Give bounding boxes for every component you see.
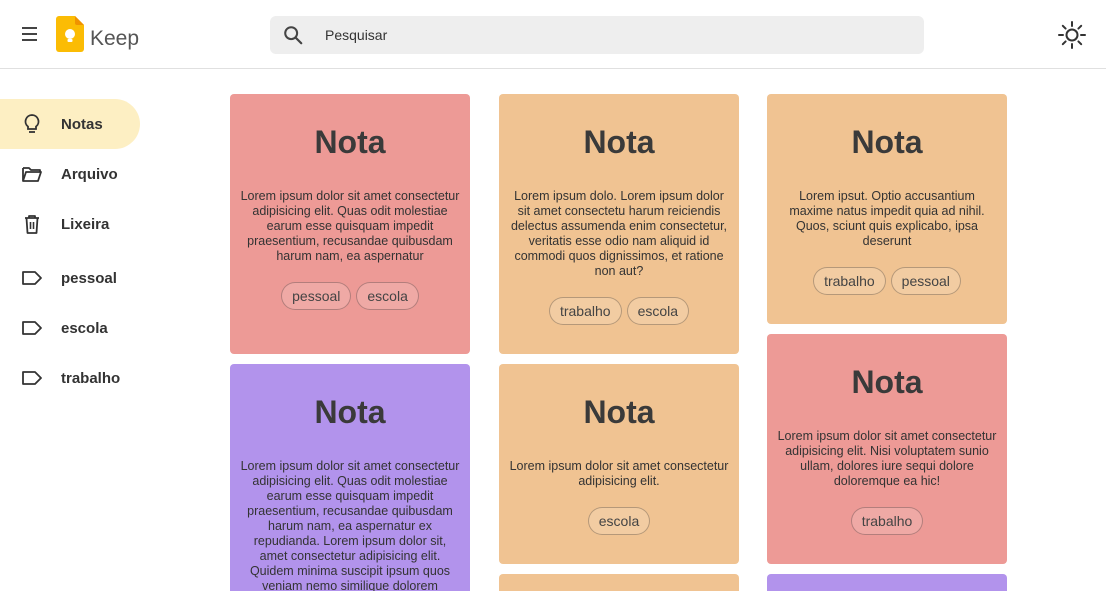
note-card[interactable]: Nota Lorem ipsum dolor sit amet consecte… bbox=[230, 364, 470, 591]
search-icon[interactable] bbox=[282, 24, 304, 46]
label-icon bbox=[22, 371, 42, 385]
note-tags: escola bbox=[509, 507, 729, 535]
note-body: Lorem ipsum dolor sit amet consectetur a… bbox=[240, 459, 460, 591]
tag-chip[interactable]: escola bbox=[626, 297, 690, 325]
sidebar-item-label: Lixeira bbox=[61, 215, 110, 233]
sidebar-item-label: Arquivo bbox=[61, 165, 118, 183]
sidebar-item-label: trabalho bbox=[61, 369, 121, 387]
note-title: Nota bbox=[851, 124, 923, 160]
note-body: Lorem ipsum dolor sit amet consectetur a… bbox=[509, 459, 729, 488]
note-title: Nota bbox=[314, 124, 386, 160]
note-card[interactable]: Nota Lorem ipsum dolor sit amet consecte… bbox=[499, 364, 739, 564]
tag-chip[interactable]: pessoal bbox=[890, 267, 961, 295]
sun-icon[interactable] bbox=[1057, 20, 1087, 50]
note-title: Nota bbox=[314, 394, 386, 430]
trash-icon bbox=[25, 215, 39, 234]
sidebar-item-lixeira[interactable]: Lixeira bbox=[0, 199, 140, 249]
tag-chip[interactable]: escola bbox=[587, 507, 651, 535]
sidebar-item-escola[interactable]: escola bbox=[0, 303, 140, 353]
sidebar: Notas Arquivo Lixeira pessoal escola tra… bbox=[0, 99, 160, 403]
keep-logo-icon bbox=[56, 16, 84, 52]
lightbulb-icon bbox=[24, 114, 40, 133]
tag-chip[interactable]: pessoal bbox=[281, 282, 352, 310]
top-bar: Keep bbox=[0, 0, 1106, 69]
note-body: Lorem ipsum dolor sit amet consectetur a… bbox=[777, 429, 997, 488]
sidebar-item-label: Notas bbox=[61, 115, 103, 133]
tag-chip[interactable]: escola bbox=[356, 282, 419, 310]
note-body: Lorem ipsut. Optio accusantium maxime na… bbox=[789, 189, 985, 248]
note-card[interactable]: Nota Lorem ipsum dolo. Lorem ipsum dolor… bbox=[499, 94, 739, 354]
note-title: Nota bbox=[851, 364, 923, 400]
note-tags: pessoal escola bbox=[240, 282, 460, 310]
sidebar-item-notas[interactable]: Notas bbox=[0, 99, 140, 149]
note-card[interactable]: Nota Lorem ipsut. Optio accusantium maxi… bbox=[767, 94, 1007, 324]
note-card[interactable] bbox=[767, 574, 1007, 591]
folder-icon bbox=[22, 167, 42, 182]
search-input[interactable] bbox=[314, 16, 914, 54]
sidebar-item-label: pessoal bbox=[61, 269, 117, 287]
menu-icon[interactable] bbox=[18, 22, 42, 46]
note-card[interactable]: Nota Lorem ipsum dolor sit amet consecte… bbox=[230, 94, 470, 354]
tag-chip[interactable]: trabalho bbox=[850, 507, 924, 535]
search-bar bbox=[270, 16, 924, 54]
sidebar-item-label: escola bbox=[61, 319, 108, 337]
note-tags: trabalho pessoal bbox=[777, 267, 997, 295]
note-body: Lorem ipsum dolor sit amet consectetur a… bbox=[240, 189, 460, 263]
sidebar-item-arquivo[interactable]: Arquivo bbox=[0, 149, 140, 199]
app-title: Keep bbox=[90, 27, 140, 50]
tag-chip[interactable]: trabalho bbox=[548, 297, 622, 325]
note-tags: trabalho bbox=[777, 507, 997, 535]
tag-chip[interactable]: trabalho bbox=[813, 267, 886, 295]
sidebar-item-trabalho[interactable]: trabalho bbox=[0, 353, 140, 403]
note-card[interactable] bbox=[499, 574, 739, 591]
note-title: Nota bbox=[583, 124, 655, 160]
label-icon bbox=[22, 271, 42, 285]
label-icon bbox=[22, 321, 42, 335]
sidebar-item-pessoal[interactable]: pessoal bbox=[0, 253, 140, 303]
note-tags: trabalho escola bbox=[509, 297, 729, 325]
note-card[interactable]: Nota Lorem ipsum dolor sit amet consecte… bbox=[767, 334, 1007, 564]
note-body: Lorem ipsum dolo. Lorem ipsum dolor sit … bbox=[510, 189, 728, 278]
note-title: Nota bbox=[583, 394, 655, 430]
